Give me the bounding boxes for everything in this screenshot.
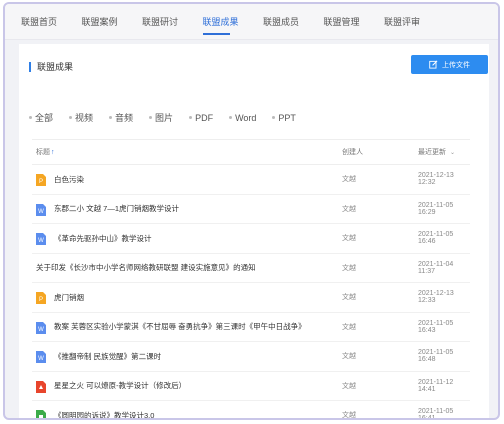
edit-icon [429, 60, 438, 69]
excel-file-icon [36, 410, 46, 418]
filter-label: 全部 [35, 113, 54, 123]
file-title[interactable]: 星星之火 可以燎原-教学设计（修改后） [54, 380, 326, 391]
file-creator: 文越 [342, 294, 356, 302]
filter-label: PDF [195, 112, 214, 123]
title-accent-bar [29, 61, 31, 72]
table-row[interactable]: W 《革命先驱孙中山》教学设计 文越 2021-11-05 16:46 [32, 224, 470, 254]
filter-option[interactable]: 音频 [109, 111, 133, 124]
filter-dot-icon [149, 116, 153, 119]
file-title[interactable]: 《圆明园的诉说》教学设计3.0 [54, 410, 326, 418]
filter-dot-icon [272, 116, 276, 119]
panel-header: 联盟成果 [29, 60, 73, 73]
table-row[interactable]: P 白色污染 文越 2021-12-13 12:32 [32, 165, 470, 195]
filter-dot-icon [109, 116, 113, 119]
table-header: 标题↑ 创建人 最近更新 ⌄ [32, 139, 470, 165]
file-title[interactable]: 白色污染 [54, 174, 326, 185]
svg-text:W: W [38, 356, 44, 362]
file-creator: 文越 [342, 382, 356, 390]
nav-tab[interactable]: 联盟成果 [202, 4, 264, 40]
word-file-icon: W [36, 351, 46, 363]
nav-tab[interactable]: 联盟案例 [82, 4, 143, 40]
nav-tab[interactable]: 联盟研讨 [142, 4, 203, 40]
filter-option[interactable]: 全部 [29, 111, 53, 124]
word-file-icon: W [36, 233, 46, 245]
filter-dot-icon [229, 116, 233, 119]
file-updated-time: 2021-11-05 16:41 [418, 408, 454, 420]
column-updated[interactable]: 最近更新 ⌄ [418, 147, 455, 157]
filter-option[interactable]: 视频 [69, 111, 93, 124]
file-updated-time: 2021-11-05 16:43 [418, 319, 454, 334]
svg-text:W: W [38, 326, 44, 332]
file-updated-time: 2021-11-05 16:29 [418, 201, 454, 216]
file-creator: 文越 [342, 353, 356, 361]
file-title[interactable]: 东郡二小 文越 7—1虎门销烟教学设计 [54, 203, 326, 214]
file-title[interactable]: 教案 芙蓉区实验小学蒙淇《不甘屈辱 奋勇抗争》第三课时《甲午中日战争》 [54, 321, 326, 332]
table-row[interactable]: 《圆明园的诉说》教学设计3.0 文越 2021-11-05 16:41 [32, 401, 470, 420]
filter-label: 音频 [115, 113, 134, 123]
file-creator: 文越 [342, 235, 356, 243]
filter-label: PPT [278, 112, 296, 123]
table-row[interactable]: 星星之火 可以燎原-教学设计（修改后） 文越 2021-11-12 14:41 [32, 372, 470, 401]
file-list: P 白色污染 文越 2021-12-13 12:32 W 东郡二小 文越 7—1虎门销烟教… [32, 165, 470, 420]
nav-tab[interactable]: 联盟评审 [384, 4, 445, 40]
file-title[interactable]: 《推翻帝制 民族觉醒》第二课时 [54, 351, 326, 362]
file-creator: 文越 [342, 176, 356, 184]
filter-label: 视频 [75, 113, 94, 123]
file-creator: 文越 [342, 205, 356, 213]
upload-file-label: 上传文件 [442, 61, 470, 69]
svg-text:P: P [39, 297, 43, 303]
file-updated-time: 2021-11-12 14:41 [418, 378, 454, 393]
filter-option[interactable]: PDF [189, 111, 213, 124]
filter-dot-icon [29, 116, 32, 119]
file-updated-time: 2021-11-05 16:48 [418, 349, 454, 364]
filter-option[interactable]: 图片 [149, 111, 173, 124]
file-creator: 文越 [342, 412, 356, 420]
file-title[interactable]: 《革命先驱孙中山》教学设计 [54, 233, 326, 244]
filter-label: 图片 [155, 113, 174, 123]
app-frame: 联盟首页 联盟案例 联盟研讨 联盟成果 联盟成员 联盟管理 联盟评审 联盟成果 上传文件 全… [3, 2, 500, 420]
column-title-label: 标题 [36, 149, 50, 156]
file-updated-time: 2021-12-13 12:33 [418, 290, 454, 305]
column-updated-label: 最近更新 [418, 149, 446, 156]
table-row[interactable]: P 虎门销烟 文越 2021-12-13 12:33 [32, 283, 470, 313]
pdf-file-icon [36, 380, 46, 393]
upload-file-button[interactable]: 上传文件 [411, 55, 488, 74]
nav-tab[interactable]: 联盟管理 [324, 4, 385, 40]
filter-dot-icon [189, 116, 193, 119]
table-row[interactable]: 关于印发《长沙市中小学名师网络教研联盟 建设实施意见》的通知 文越 2021-11-… [32, 254, 470, 283]
nav-tab[interactable]: 联盟首页 [21, 4, 82, 40]
svg-text:W: W [38, 238, 44, 244]
file-type-filters: 全部 视频 音频 图片 PDF Word PPT [29, 111, 312, 124]
word-file-icon: W [36, 203, 46, 216]
panel-title: 联盟成果 [37, 62, 74, 72]
sort-up-icon: ↑ [51, 149, 55, 156]
table-row[interactable]: W 教案 芙蓉区实验小学蒙淇《不甘屈辱 奋勇抗争》第三课时《甲午中日战争》 文越 20… [32, 313, 470, 342]
file-updated-time: 2021-11-05 16:46 [418, 231, 454, 246]
nav-tab[interactable]: 联盟成员 [263, 4, 324, 40]
file-updated-time: 2021-11-04 11:37 [418, 260, 454, 275]
file-title[interactable]: 关于印发《长沙市中小学名师网络教研联盟 建设实施意见》的通知 [36, 262, 336, 273]
filter-label: Word [235, 112, 257, 123]
filter-option[interactable]: Word [229, 111, 256, 124]
file-creator: 文越 [342, 264, 356, 272]
table-row[interactable]: W 东郡二小 文越 7—1虎门销烟教学设计 文越 2021-11-05 16:29 [32, 195, 470, 224]
chevron-down-icon: ⌄ [450, 150, 456, 156]
svg-text:P: P [39, 179, 43, 185]
svg-text:W: W [38, 208, 44, 214]
ppt-file-icon: P [36, 292, 46, 304]
column-title[interactable]: 标题↑ [36, 147, 55, 157]
file-creator: 文越 [342, 323, 356, 331]
top-nav: 联盟首页 联盟案例 联盟研讨 联盟成果 联盟成员 联盟管理 联盟评审 [5, 4, 498, 40]
results-panel: 联盟成果 上传文件 全部 视频 音频 图片 PDF Word PPT 标题↑ 创建人 最近更… [19, 44, 489, 420]
table-row[interactable]: W 《推翻帝制 民族觉醒》第二课时 文越 2021-11-05 16:48 [32, 342, 470, 372]
ppt-file-icon: P [36, 174, 46, 186]
file-updated-time: 2021-12-13 12:32 [418, 172, 454, 187]
file-title[interactable]: 虎门销烟 [54, 292, 326, 303]
word-file-icon: W [36, 321, 46, 334]
filter-option[interactable]: PPT [272, 111, 296, 124]
column-creator: 创建人 [342, 149, 363, 156]
filter-dot-icon [69, 116, 73, 119]
